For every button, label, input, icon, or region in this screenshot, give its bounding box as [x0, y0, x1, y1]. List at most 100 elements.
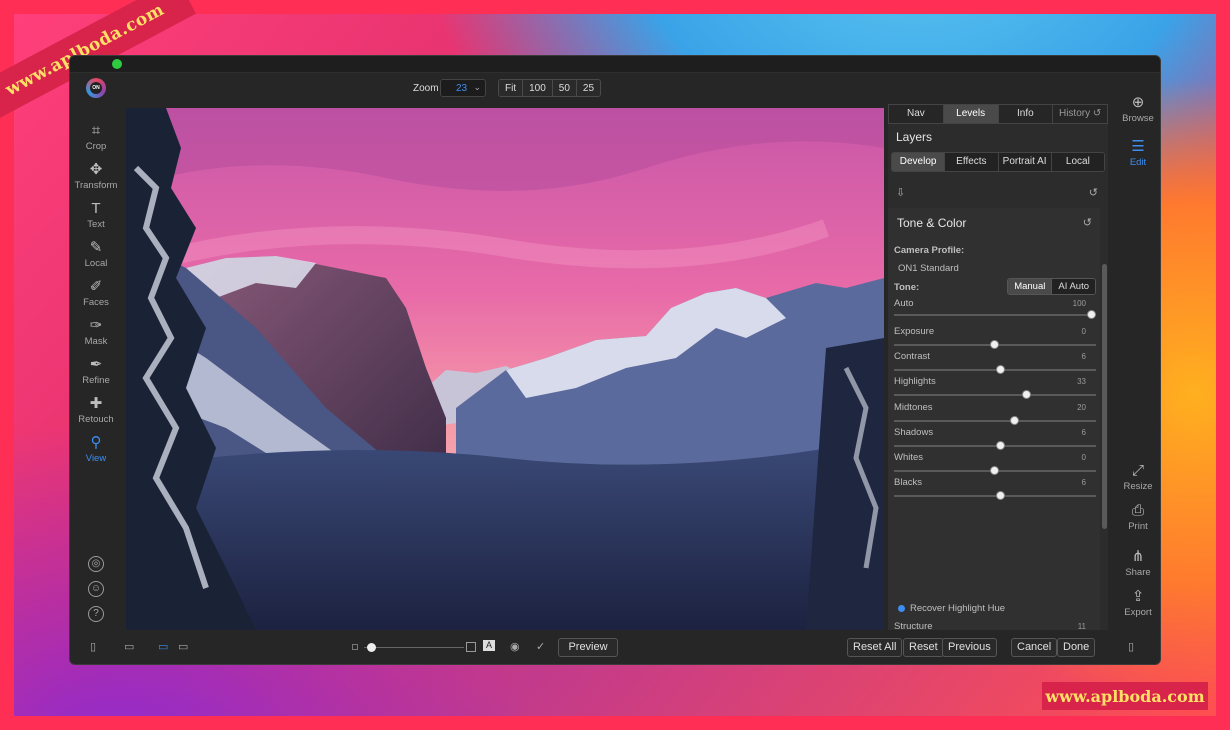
tool-local[interactable]: ✎ Local [70, 239, 122, 278]
browse-icon: ⊕ [1131, 94, 1145, 111]
slider-track[interactable] [894, 495, 1096, 498]
tool-faces[interactable]: ✐ Faces [70, 278, 122, 317]
section-reset-icon[interactable]: ↺ [1083, 216, 1092, 229]
module-export[interactable]: ⇪ Export [1116, 588, 1160, 618]
module-print[interactable]: ⎙ Print [1116, 502, 1160, 532]
view-hand-icon: ⚲ [90, 434, 102, 451]
tool-label: Refine [82, 375, 110, 386]
slider-track[interactable] [894, 369, 1096, 372]
camera-profile-value[interactable]: ON1 Standard [898, 263, 959, 274]
zoom-50-button[interactable]: 50 [552, 80, 577, 96]
crop-icon: ⌗ [91, 122, 101, 139]
reset-button[interactable]: Reset [903, 638, 944, 657]
retouch-icon: ✚ [89, 395, 103, 412]
landscape-photo [126, 108, 884, 630]
previous-button[interactable]: Previous [942, 638, 997, 657]
tab-nav[interactable]: Nav [889, 105, 944, 123]
app-logo-icon[interactable]: ON [86, 78, 106, 98]
tab-develop[interactable]: Develop [892, 153, 946, 171]
large-size-icon [466, 642, 476, 652]
slider-knob[interactable] [1010, 415, 1020, 425]
tone-mode-toggle: Manual AI Auto [1007, 278, 1096, 295]
tool-retouch[interactable]: ✚ Retouch [70, 395, 122, 434]
tool-transform[interactable]: ✥ Transform [70, 161, 122, 200]
preset-save-icon[interactable]: ⇩ [896, 186, 905, 199]
slider-knob[interactable] [996, 440, 1006, 450]
preview-button[interactable]: Preview [558, 638, 618, 657]
tone-ai-auto-button[interactable]: AI Auto [1052, 279, 1095, 294]
tool-crop[interactable]: ⌗ Crop [70, 122, 122, 161]
tab-portrait-ai[interactable]: Portrait AI [998, 153, 1052, 171]
slider-track[interactable] [894, 394, 1096, 397]
module-browse[interactable]: ⊕ Browse [1116, 94, 1160, 124]
zoom-25-button[interactable]: 25 [576, 80, 601, 96]
module-resize[interactable]: ⤢ Resize [1116, 462, 1160, 492]
fullscreen-button[interactable] [112, 59, 122, 69]
slider-track[interactable] [894, 419, 1096, 422]
compare-icon[interactable]: ▭ [124, 640, 134, 653]
zoom-fit-button[interactable]: Fit [499, 80, 524, 96]
text-overlay-icon[interactable]: A [483, 640, 496, 651]
slider-label: Shadows [894, 426, 934, 438]
split-view-icon[interactable]: ▭ [178, 640, 188, 653]
tool-text[interactable]: T Text [70, 200, 122, 239]
tool-view[interactable]: ⚲ View [70, 434, 122, 473]
mask-icon: ✑ [89, 317, 103, 334]
edit-sliders-icon: ☰ [1131, 138, 1145, 155]
slider-label: Exposure [894, 326, 935, 337]
toggle-right-panel-icon[interactable]: ▯ [1128, 640, 1134, 653]
zoom-100-button[interactable]: 100 [523, 80, 553, 96]
export-icon: ⇪ [1131, 588, 1145, 605]
slider-knob[interactable] [996, 365, 1006, 375]
user-icon[interactable]: ☺ [88, 581, 104, 597]
panel-sub-tabs: Develop Effects Portrait AI Local [891, 152, 1105, 172]
tool-label: Local [84, 258, 108, 269]
slider-track[interactable] [894, 444, 1096, 447]
auto-slider-track[interactable] [894, 314, 1096, 316]
tab-local[interactable]: Local [1051, 153, 1104, 171]
tab-history[interactable]: History ↺ [1053, 105, 1107, 123]
tab-levels[interactable]: Levels [943, 105, 999, 123]
left-toolbar: ⌗ Crop ✥ Transform T Text ✎ Local ✐ Faces ✑ Ma… [70, 122, 122, 473]
faces-icon: ✐ [89, 278, 103, 295]
bottom-bar: ▯ ▭ ▭ ▭ A ◉ ✓ Preview Reset All Reset Pr… [70, 634, 1160, 664]
tool-mask[interactable]: ✑ Mask [70, 317, 122, 356]
slider-knob[interactable] [1022, 390, 1032, 400]
slider-knob[interactable] [996, 491, 1006, 501]
toggle-left-panel-icon[interactable]: ▯ [90, 640, 96, 653]
slider-knob[interactable] [990, 340, 999, 349]
done-button[interactable]: Done [1057, 638, 1096, 657]
preview-size-knob[interactable] [367, 643, 376, 652]
recover-hue-checkbox[interactable] [898, 605, 905, 612]
zoom-select[interactable]: 23 ⌄ [440, 79, 486, 97]
slider-value: 6 [1081, 352, 1086, 362]
left-bottom-icons: ◎ ☺ ? [84, 556, 108, 622]
tab-effects[interactable]: Effects [945, 153, 999, 171]
single-view-icon[interactable]: ▭ [158, 640, 168, 653]
transform-icon: ✥ [89, 161, 103, 178]
cancel-button[interactable]: Cancel [1011, 638, 1058, 657]
reset-all-button[interactable]: Reset All [847, 638, 903, 657]
panel-scrollbar[interactable] [1102, 264, 1107, 529]
tone-manual-button[interactable]: Manual [1008, 279, 1053, 294]
tab-info[interactable]: Info [998, 105, 1054, 123]
module-edit[interactable]: ☰ Edit [1116, 138, 1160, 168]
tool-refine[interactable]: ✒ Refine [70, 356, 122, 395]
text-icon: T [91, 200, 101, 217]
mask-view-icon[interactable]: ◉ [510, 640, 520, 653]
reset-icon[interactable]: ↺ [1089, 186, 1098, 199]
photo-canvas[interactable] [126, 108, 884, 630]
auto-value: 100 [1072, 299, 1086, 308]
preview-size-slider[interactable] [364, 647, 464, 648]
auto-label: Auto [894, 298, 914, 309]
slider-label: Midtones [894, 401, 933, 413]
layers-icon[interactable]: ◎ [88, 556, 104, 572]
app-logo-text: ON [90, 82, 102, 94]
auto-slider-knob[interactable] [1087, 310, 1096, 319]
module-share[interactable]: ⋔ Share [1116, 548, 1160, 578]
slider-value: 0 [1081, 327, 1086, 336]
slider-knob[interactable] [990, 466, 999, 475]
tool-label: Crop [85, 141, 107, 152]
help-icon[interactable]: ? [88, 606, 104, 622]
soft-proof-icon[interactable]: ✓ [536, 640, 545, 653]
